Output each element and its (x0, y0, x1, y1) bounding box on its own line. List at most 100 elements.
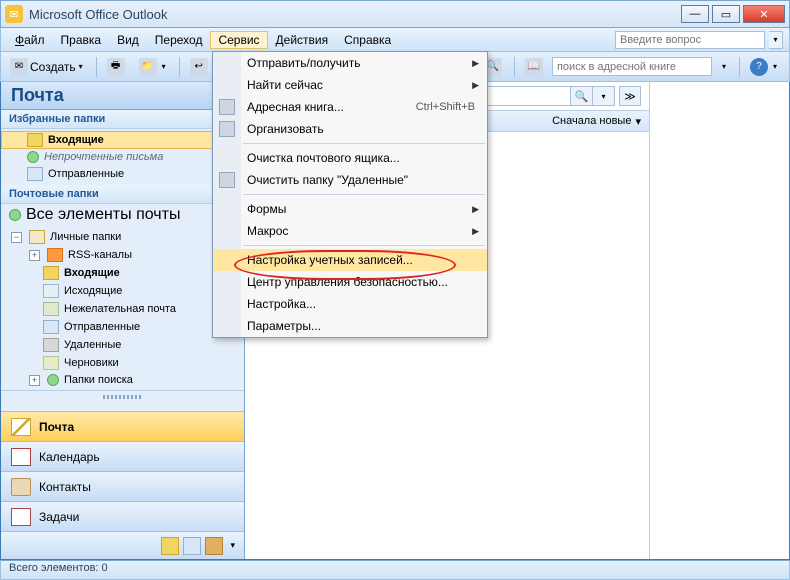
tools-forms[interactable]: Формы▶ (213, 198, 487, 220)
inbox-icon (27, 133, 43, 147)
nav-mail[interactable]: Почта (1, 411, 244, 441)
expand-toggle[interactable]: + (29, 375, 40, 386)
reading-pane (649, 82, 789, 559)
tree-junk[interactable]: Нежелательная почта (1, 300, 244, 318)
mail-folders-header[interactable]: Почтовые папки (1, 185, 244, 204)
title-bar: ✉ Microsoft Office Outlook — ▭ ✕ (0, 0, 790, 28)
tree-deleted[interactable]: Удаленные (1, 336, 244, 354)
help-question-input[interactable] (615, 31, 765, 49)
favorites-header[interactable]: Избранные папки (1, 110, 244, 129)
address-search-input[interactable] (552, 57, 712, 76)
address-book-icon (219, 99, 235, 115)
help-question-box (615, 31, 769, 49)
tree-outbox[interactable]: Исходящие (1, 282, 244, 300)
reply-icon: ↩ (190, 58, 208, 76)
tools-find-now[interactable]: Найти сейчас▶ (213, 74, 487, 96)
tree-inbox[interactable]: Входящие (1, 264, 244, 282)
close-button[interactable]: ✕ (743, 5, 785, 23)
favorites-list: Входящие Непрочтенные письма Отправленны… (1, 129, 244, 185)
reply-button[interactable]: ↩ (185, 55, 215, 79)
search-button[interactable]: 🔍 (571, 86, 593, 106)
outbox-icon (43, 284, 59, 298)
tools-customize[interactable]: Настройка... (213, 293, 487, 315)
tools-options[interactable]: Параметры... (213, 315, 487, 337)
rss-icon (47, 248, 63, 262)
tree-personal[interactable]: −Личные папки (1, 228, 244, 246)
menu-edit[interactable]: Правка (53, 31, 110, 49)
tools-address-book[interactable]: Адресная книга...Ctrl+Shift+B (213, 96, 487, 118)
help-icon: ? (750, 58, 768, 76)
fav-unread[interactable]: Непрочтенные письма (1, 149, 244, 165)
tree-search[interactable]: +Папки поиска (1, 372, 244, 388)
nav-configure-dd[interactable]: ▾ (227, 540, 238, 551)
print-button[interactable]: 🖶 (102, 55, 132, 79)
inbox-icon (43, 266, 59, 280)
new-button[interactable]: ✉Создать▾ (5, 55, 91, 79)
move-button[interactable]: 📁▾ (134, 55, 174, 79)
notes-icon[interactable] (161, 537, 179, 555)
tools-account-settings[interactable]: Настройка учетных записей... (213, 249, 487, 271)
tools-menu: Отправить/получить▶ Найти сейчас▶ Адресн… (212, 51, 488, 338)
submenu-arrow-icon: ▶ (472, 204, 479, 215)
address-book-button[interactable]: 📖 (520, 55, 550, 79)
submenu-arrow-icon: ▶ (472, 226, 479, 237)
tools-cleanup[interactable]: Очистка почтового ящика... (213, 147, 487, 169)
drafts-icon (43, 356, 59, 370)
contacts-icon (11, 478, 31, 496)
nav-contacts[interactable]: Контакты (1, 471, 244, 501)
tools-empty-deleted[interactable]: Очистить папку "Удаленные" (213, 169, 487, 191)
trash-icon (219, 172, 235, 188)
print-icon: 🖶 (107, 58, 125, 76)
tree-drafts[interactable]: Черновики (1, 354, 244, 372)
menu-tools[interactable]: Сервис (210, 31, 267, 49)
search-options[interactable]: ≫ (619, 86, 641, 106)
tools-send-receive[interactable]: Отправить/получить▶ (213, 52, 487, 74)
menu-actions[interactable]: Действия (268, 31, 337, 49)
personal-folders-icon (29, 230, 45, 244)
maximize-button[interactable]: ▭ (712, 5, 740, 23)
grip-icon (103, 395, 143, 399)
deleted-icon (43, 338, 59, 352)
all-mail-items[interactable]: Все элементы почты (1, 204, 244, 226)
nav-tasks[interactable]: Задачи (1, 501, 244, 531)
wunderbar: Почта Календарь Контакты Задачи ▾ (1, 411, 244, 559)
folder-tree: −Личные папки +RSS-каналы Входящие Исход… (1, 226, 244, 390)
nav-calendar[interactable]: Календарь (1, 441, 244, 471)
tree-sent[interactable]: Отправленные (1, 318, 244, 336)
help-button[interactable]: ?▾ (745, 55, 785, 79)
tools-macro[interactable]: Макрос▶ (213, 220, 487, 242)
menu-bar: Файл Правка Вид Переход Сервис Действия … (0, 28, 790, 52)
nav-strip: ▾ (1, 531, 244, 559)
menu-file[interactable]: Файл (7, 31, 53, 49)
sort-button[interactable]: Сначала новые ▾ (552, 115, 641, 128)
tasks-icon (11, 508, 31, 526)
sent-icon (27, 167, 43, 181)
search-folder-icon (27, 151, 39, 163)
menu-file-label: айл (24, 33, 44, 47)
sent-icon (43, 320, 59, 334)
shortcuts-icon[interactable] (205, 537, 223, 555)
junk-icon (43, 302, 59, 316)
help-question-dropdown[interactable]: ▾ (769, 31, 783, 49)
tools-trust-center[interactable]: Центр управления безопасностью... (213, 271, 487, 293)
address-book-icon: 📖 (525, 58, 543, 76)
menu-view[interactable]: Вид (109, 31, 147, 49)
folder-list-icon[interactable] (183, 537, 201, 555)
fav-sent[interactable]: Отправленные (1, 165, 244, 183)
outlook-logo-icon: ✉ (5, 5, 23, 23)
fav-inbox[interactable]: Входящие (1, 131, 244, 149)
tools-organize[interactable]: Организовать (213, 118, 487, 140)
window-title: Microsoft Office Outlook (29, 7, 167, 22)
search-scope-dd[interactable]: ▾ (593, 86, 615, 106)
address-search-dd[interactable]: ▾ (714, 59, 734, 74)
pane-resize-grip[interactable] (1, 390, 244, 402)
organize-icon (219, 121, 235, 137)
expand-toggle[interactable]: − (11, 232, 22, 243)
menu-go[interactable]: Переход (147, 31, 211, 49)
expand-toggle[interactable]: + (29, 250, 40, 261)
mail-new-icon: ✉ (10, 58, 28, 76)
status-text: Всего элементов: 0 (9, 562, 108, 574)
minimize-button[interactable]: — (681, 5, 709, 23)
tree-rss[interactable]: +RSS-каналы (1, 246, 244, 264)
menu-help[interactable]: Справка (336, 31, 399, 49)
